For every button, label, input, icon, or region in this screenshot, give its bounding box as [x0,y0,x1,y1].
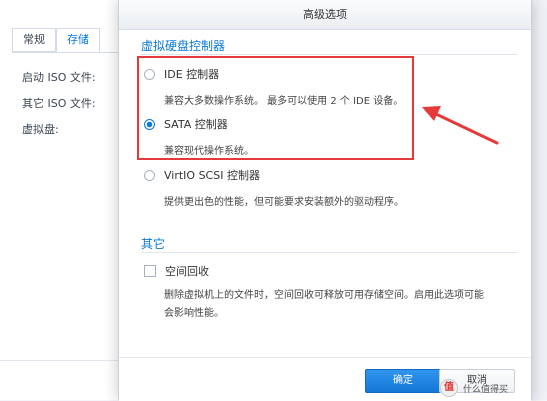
space-reclaim-label[interactable]: 空间回收 [165,263,209,279]
section-divider [141,252,517,253]
window-edge [530,0,547,400]
virtio-scsi-controller-description: 提供更出色的性能，但可能要求安装额外的驱动程序。 [164,197,404,208]
virtio-scsi-controller-option[interactable]: VirtIO SCSI 控制器 [144,167,260,183]
space-reclaim-description: 删除虚拟机上的文件时，空间回收可释放可用存储空间。启用此选项可能会影响性能。 [164,290,484,319]
controller-section-title: 虚拟硬盘控制器 [141,39,226,53]
other-iso-label: 其它 ISO 文件: [22,97,96,110]
watermark-logo-icon: 值 [440,379,458,397]
watermark: 值 什么值得买 [440,376,547,400]
watermark-text: 什么值得买 [463,384,509,395]
annotation-highlight-box [137,56,414,160]
tab-bar: 常规 存储 [12,28,100,52]
virtio-radio[interactable] [144,169,155,181]
other-section-title: 其它 [141,237,166,251]
space-reclaim-option[interactable]: 空间回收 [144,263,209,279]
ok-button[interactable]: 确定 [365,369,441,393]
space-reclaim-checkbox[interactable] [144,265,156,277]
virtio-scsi-controller-label[interactable]: VirtIO SCSI 控制器 [164,167,260,183]
virtual-disk-label: 虚拟盘: [22,123,59,136]
tab-general[interactable]: 常规 [12,28,56,52]
tab-storage[interactable]: 存储 [56,28,100,52]
boot-iso-label: 启动 ISO 文件: [22,71,96,84]
dialog-title: 高级选项 [119,0,531,30]
section-divider [141,54,517,55]
